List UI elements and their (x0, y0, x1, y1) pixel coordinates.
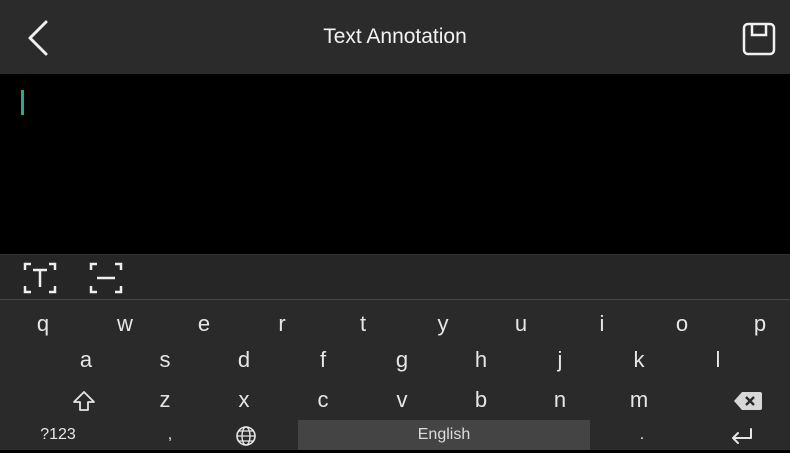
key-w[interactable]: w (105, 306, 145, 342)
strikethrough-box-icon (89, 262, 123, 294)
top-app-bar: Text Annotation (0, 0, 790, 74)
key-v[interactable]: v (382, 382, 422, 418)
soft-keyboard: q w e r t y u i o p a s d f g h j k l z … (0, 300, 790, 450)
key-p[interactable]: p (740, 306, 780, 342)
key-s[interactable]: s (145, 342, 185, 378)
save-icon (742, 22, 776, 56)
text-box-icon (23, 262, 57, 294)
key-d[interactable]: d (224, 342, 264, 378)
globe-icon (236, 426, 256, 446)
key-a[interactable]: a (66, 342, 106, 378)
shift-icon (73, 391, 95, 412)
enter-icon (732, 428, 752, 445)
enter-key[interactable] (720, 417, 764, 453)
annotation-text-input[interactable] (0, 74, 790, 254)
key-u[interactable]: u (501, 306, 541, 342)
key-z[interactable]: z (145, 382, 185, 418)
annotation-toolbar (0, 254, 790, 300)
strikethrough-box-button[interactable] (88, 260, 124, 296)
key-g[interactable]: g (382, 342, 422, 378)
symbols-key[interactable]: ?123 (28, 417, 88, 453)
key-n[interactable]: n (540, 382, 580, 418)
language-key[interactable] (226, 417, 266, 453)
key-x[interactable]: x (224, 382, 264, 418)
key-t[interactable]: t (343, 306, 383, 342)
key-e[interactable]: e (184, 306, 224, 342)
key-j[interactable]: j (540, 342, 580, 378)
key-i[interactable]: i (582, 306, 622, 342)
comma-key[interactable]: , (150, 417, 190, 453)
key-o[interactable]: o (662, 306, 702, 342)
save-button[interactable] (742, 22, 776, 56)
backspace-icon (734, 392, 762, 411)
key-b[interactable]: b (461, 382, 501, 418)
space-bar[interactable]: English (298, 420, 590, 450)
shift-key[interactable] (62, 382, 106, 418)
key-y[interactable]: y (423, 306, 463, 342)
text-cursor (21, 90, 24, 115)
key-k[interactable]: k (619, 342, 659, 378)
period-key[interactable]: . (622, 417, 662, 453)
key-h[interactable]: h (461, 342, 501, 378)
text-box-button[interactable] (22, 260, 58, 296)
key-m[interactable]: m (619, 382, 659, 418)
key-l[interactable]: l (698, 342, 738, 378)
page-title: Text Annotation (323, 25, 467, 48)
key-f[interactable]: f (303, 342, 343, 378)
key-r[interactable]: r (262, 306, 302, 342)
backspace-key[interactable] (726, 382, 770, 418)
key-q[interactable]: q (23, 306, 63, 342)
key-c[interactable]: c (303, 382, 343, 418)
